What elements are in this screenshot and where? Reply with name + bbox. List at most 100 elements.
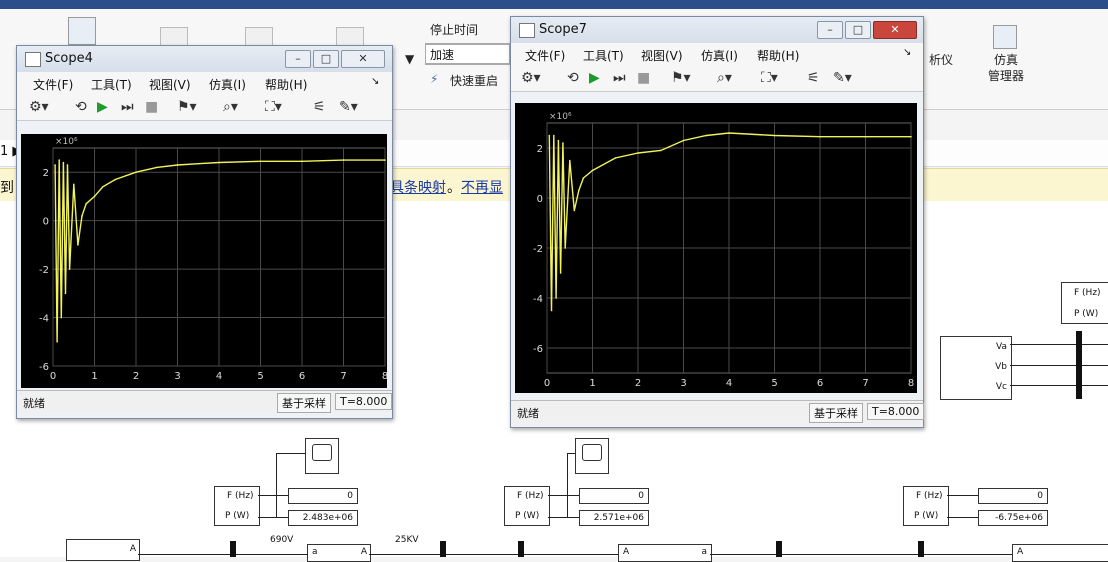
data-point — [93, 195, 96, 198]
display-p-1[interactable]: 2.483e+06 — [288, 510, 358, 526]
analyzer-label[interactable]: 析仪 — [929, 51, 953, 68]
bus-bar[interactable] — [776, 541, 782, 557]
line-block[interactable]: A a — [618, 544, 712, 562]
maximize-button[interactable]: □ — [313, 50, 339, 68]
sim-manager-label-line2[interactable]: 管理器 — [988, 67, 1024, 84]
minimize-button[interactable]: – — [285, 50, 311, 68]
step-forward-icon[interactable]: ⏭ — [613, 70, 626, 86]
y-tick-label: 0 — [537, 194, 543, 205]
scope7-window[interactable]: Scope7 – □ ✕ 文件(F) 工具(T) 视图(V) 仿真(I) 帮助(… — [510, 16, 925, 428]
scope7-plot-area[interactable]: ×10⁶ 0 1 2 3 4 5 6 7 8 2 0 -2 -4 -6 — [515, 103, 917, 393]
autoscale-icon[interactable]: ⛶▾ — [265, 99, 282, 115]
simulation-mode-select[interactable]: 加速 — [425, 44, 510, 64]
display-p-2[interactable]: 2.571e+06 — [579, 510, 649, 526]
highlight-block-icon[interactable]: ⚑▾ — [671, 70, 691, 86]
close-button[interactable]: ✕ — [341, 50, 385, 68]
menu-dock-icon[interactable]: ↘ — [371, 76, 379, 87]
run-icon[interactable]: ▶ — [97, 99, 108, 115]
stop-icon[interactable]: ■ — [637, 70, 650, 86]
measurements-icon[interactable]: ✎▾ — [833, 70, 852, 86]
minimize-button[interactable]: – — [817, 21, 843, 39]
data-point — [62, 161, 65, 164]
scope4-plot-area[interactable]: ×10⁶ 0 1 2 3 4 5 6 7 8 2 0 -2 -4 -6 — [21, 134, 388, 388]
zoom-icon[interactable]: ⌕▾ — [717, 70, 732, 86]
display-p-3[interactable]: -6.75e+06 — [978, 510, 1048, 526]
source-block[interactable]: A — [66, 539, 140, 561]
triggers-icon[interactable]: ⚟ — [807, 70, 820, 86]
bus-bar[interactable] — [918, 541, 924, 557]
data-point — [85, 202, 87, 205]
bus-bar[interactable] — [518, 541, 524, 557]
scope7-status-bar: 就绪 基于采样 T=8.000 — [511, 400, 925, 423]
menu-tools[interactable]: 工具(T) — [583, 47, 624, 64]
status-ready: 就绪 — [517, 407, 539, 420]
settings-gear-icon[interactable]: ⚙▾ — [29, 99, 49, 115]
simulation-manager-icon[interactable] — [993, 25, 1017, 49]
data-point — [568, 159, 571, 162]
stop-icon[interactable]: ■ — [145, 99, 158, 115]
menu-simulation[interactable]: 仿真(I) — [209, 76, 246, 93]
info-bar-link-dismiss[interactable]: 不再显 — [461, 177, 503, 197]
menu-help[interactable]: 帮助(H) — [265, 76, 307, 93]
scope4-window[interactable]: Scope4 – □ ✕ 文件(F) 工具(T) 视图(V) 仿真(I) 帮助(… — [16, 45, 393, 419]
menu-view[interactable]: 视图(V) — [641, 47, 683, 64]
power-meas-block-1[interactable]: F (Hz) P (W) — [214, 486, 260, 526]
autoscale-icon[interactable]: ⛶▾ — [761, 70, 778, 86]
window-title: Scope7 — [539, 22, 587, 37]
settings-gear-icon[interactable]: ⚙▾ — [521, 70, 541, 86]
y-tick-label: 2 — [43, 168, 49, 179]
info-bar-link-mapping[interactable]: 具条映射 — [390, 177, 446, 197]
data-point — [659, 149, 662, 152]
step-back-icon[interactable]: ⟲ — [567, 70, 579, 86]
menu-file[interactable]: 文件(F) — [525, 47, 565, 64]
p-port-label: P (W) — [515, 511, 540, 521]
scope7-title-bar[interactable]: Scope7 – □ ✕ — [511, 17, 923, 43]
data-point — [68, 268, 71, 270]
power-meas-block-2[interactable]: F (Hz) P (W) — [504, 486, 550, 526]
vabc-measurement-block[interactable]: Va Vb Vc — [940, 336, 1012, 400]
fast-restart-toggle[interactable]: 快速重启 — [450, 72, 498, 89]
display-f-3[interactable]: 0 — [978, 488, 1048, 504]
menu-tools[interactable]: 工具(T) — [91, 76, 132, 93]
scope4-toolbar: ⚙▾ ⟲ ▶ ⏭ ■ ⚑▾ ⌕▾ ⛶▾ ⚟ ✎▾ — [17, 94, 392, 121]
bus-bar[interactable] — [440, 541, 446, 557]
run-icon[interactable]: ▶ — [589, 70, 600, 86]
data-point — [60, 316, 63, 319]
power-meas-block-4[interactable]: F (Hz) P (W) — [1061, 282, 1108, 324]
scope4-title-bar[interactable]: Scope4 – □ ✕ — [17, 46, 392, 72]
maximize-button[interactable]: □ — [845, 21, 871, 39]
measurements-icon[interactable]: ✎▾ — [339, 99, 358, 115]
menu-view[interactable]: 视图(V) — [149, 76, 191, 93]
data-point — [564, 247, 566, 249]
data-point — [66, 164, 69, 166]
menu-help[interactable]: 帮助(H) — [757, 47, 799, 64]
p-port-label: P (W) — [914, 511, 939, 521]
scope-block-2[interactable] — [575, 438, 609, 474]
transformer-block-1[interactable]: a A — [307, 544, 371, 562]
step-back-icon[interactable]: ⟲ — [75, 99, 87, 115]
scope-block-1[interactable] — [305, 438, 339, 474]
menu-dock-icon[interactable]: ↘ — [903, 47, 911, 58]
highlight-block-icon[interactable]: ⚑▾ — [177, 99, 197, 115]
step-forward-icon[interactable]: ⏭ — [121, 99, 134, 115]
bus-bar[interactable] — [1076, 331, 1082, 399]
stop-time-label: 停止时间 — [430, 23, 479, 37]
data-point — [72, 183, 75, 186]
scope4-menu-bar: 文件(F) 工具(T) 视图(V) 仿真(I) 帮助(H) ↘ — [17, 72, 392, 94]
menu-simulation[interactable]: 仿真(I) — [701, 47, 738, 64]
load-block[interactable]: A — [1012, 544, 1108, 562]
scope4-status-bar: 就绪 基于采样 T=8.000 — [17, 390, 393, 413]
close-button[interactable]: ✕ — [873, 21, 917, 39]
library-browser-icon[interactable] — [68, 17, 96, 45]
bus-bar[interactable] — [230, 541, 236, 557]
zoom-icon[interactable]: ⌕▾ — [223, 99, 238, 115]
x-tick-label: 5 — [771, 378, 777, 389]
display-f-1[interactable]: 0 — [288, 488, 358, 504]
dropdown-arrow-icon[interactable]: ▼ — [405, 52, 414, 66]
triggers-icon[interactable]: ⚟ — [313, 99, 326, 115]
display-f-2[interactable]: 0 — [579, 488, 649, 504]
power-meas-block-3[interactable]: F (Hz) P (W) — [903, 486, 949, 526]
va-port-label: Va — [996, 342, 1007, 352]
menu-file[interactable]: 文件(F) — [33, 76, 73, 93]
sim-manager-label-line1[interactable]: 仿真 — [994, 51, 1018, 68]
